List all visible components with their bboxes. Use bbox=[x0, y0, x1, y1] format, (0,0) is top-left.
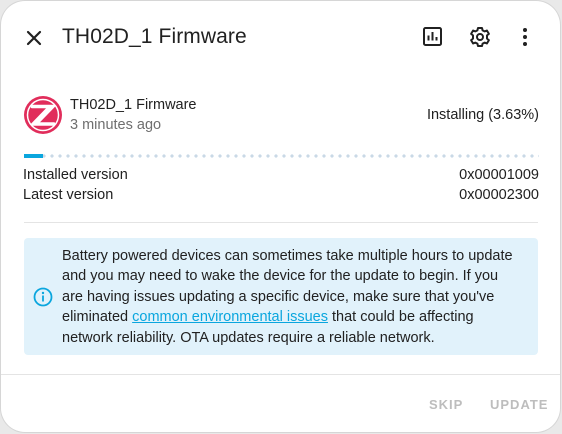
progress-fill bbox=[24, 154, 43, 158]
installed-version-value: 0x00001009 bbox=[459, 167, 539, 183]
skip-button[interactable]: SKIP bbox=[429, 397, 463, 412]
install-status: Installing (3.63%) bbox=[426, 107, 539, 123]
close-icon bbox=[19, 30, 49, 57]
chart-box-icon bbox=[419, 23, 447, 51]
alert-text: Battery powered devices can sometimes ta… bbox=[62, 246, 522, 348]
last-changed: 3 minutes ago bbox=[70, 117, 162, 133]
latest-version-label: Latest version bbox=[23, 187, 114, 203]
information-outline-icon bbox=[32, 286, 54, 308]
update-dialog: TH02D_1 Firmware TH02D_1 Firmware 3 minu… bbox=[1, 1, 560, 432]
zigbee-logo bbox=[23, 95, 63, 135]
update-button[interactable]: UPDATE bbox=[490, 397, 548, 412]
environmental-issues-link[interactable]: common environmental issues bbox=[132, 309, 328, 325]
footer-divider bbox=[1, 374, 560, 375]
entity-name: TH02D_1 Firmware bbox=[70, 97, 197, 113]
dots-vertical-icon bbox=[512, 23, 540, 51]
dialog-header: TH02D_1 Firmware bbox=[1, 1, 560, 73]
cog-icon bbox=[466, 23, 494, 51]
latest-version-value: 0x00002300 bbox=[459, 187, 539, 203]
info-alert: Battery powered devices can sometimes ta… bbox=[24, 238, 538, 355]
progress-bar bbox=[24, 154, 539, 158]
dialog-title: TH02D_1 Firmware bbox=[62, 25, 247, 48]
close-button[interactable] bbox=[19, 23, 49, 53]
history-button[interactable] bbox=[419, 23, 447, 51]
more-menu-button[interactable] bbox=[512, 23, 540, 51]
settings-button[interactable] bbox=[466, 23, 494, 51]
progress-track bbox=[24, 154, 539, 158]
installed-version-label: Installed version bbox=[23, 167, 128, 183]
entity-row: TH02D_1 Firmware 3 minutes ago Installin… bbox=[23, 95, 539, 135]
divider bbox=[24, 222, 538, 223]
